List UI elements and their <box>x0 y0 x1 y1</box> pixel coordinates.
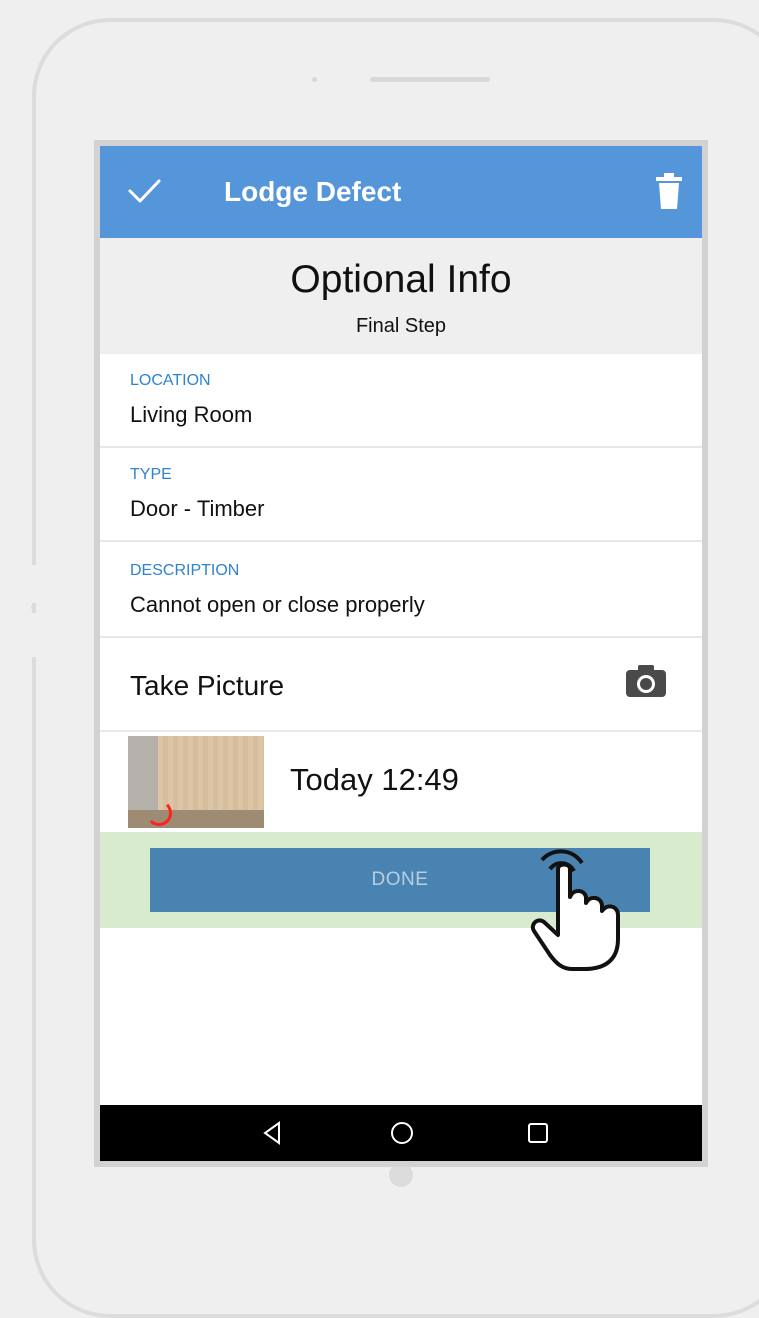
location-label: LOCATION <box>130 372 211 389</box>
page-subtitle: Final Step <box>355 315 447 337</box>
location-value: Living Room <box>130 402 253 427</box>
screen: Lodge Defect Optional Info Final Step LO… <box>94 140 708 1167</box>
phone-camera-dot <box>312 77 317 82</box>
type-field[interactable]: TYPE Door - Timber <box>100 448 702 542</box>
recents-icon[interactable] <box>523 1118 553 1148</box>
phone-side-gap <box>26 613 40 657</box>
description-field[interactable]: DESCRIPTION Cannot open or close properl… <box>100 544 702 638</box>
step-header: Optional Info Final Step <box>100 238 702 354</box>
phone-side-gap <box>26 565 40 603</box>
photo-row[interactable]: Today 12:49 <box>100 732 702 830</box>
trash-icon[interactable] <box>654 172 684 210</box>
page-title: Optional Info <box>290 258 512 301</box>
location-field[interactable]: LOCATION Living Room <box>100 354 702 448</box>
back-icon[interactable] <box>258 1118 288 1148</box>
take-picture-label: Take Picture <box>130 670 285 701</box>
phone-side-dot <box>31 605 36 610</box>
android-nav-bar <box>100 1105 702 1161</box>
photo-thumbnail[interactable] <box>128 736 264 828</box>
description-value: Cannot open or close properly <box>130 592 425 617</box>
app-bar: Lodge Defect <box>100 146 702 238</box>
home-icon[interactable] <box>387 1118 417 1148</box>
description-label: DESCRIPTION <box>130 562 240 579</box>
take-picture-row[interactable]: Take Picture <box>100 640 702 732</box>
phone-speaker <box>370 77 490 82</box>
camera-icon[interactable] <box>624 663 668 699</box>
type-value: Door - Timber <box>130 496 265 521</box>
type-label: TYPE <box>130 466 172 483</box>
app-title: Lodge Defect <box>224 176 402 207</box>
photo-annotation-mark <box>146 800 172 826</box>
photo-timestamp: Today 12:49 <box>290 762 459 797</box>
checkmark-icon[interactable] <box>124 170 164 210</box>
tap-hand-icon <box>530 849 620 971</box>
